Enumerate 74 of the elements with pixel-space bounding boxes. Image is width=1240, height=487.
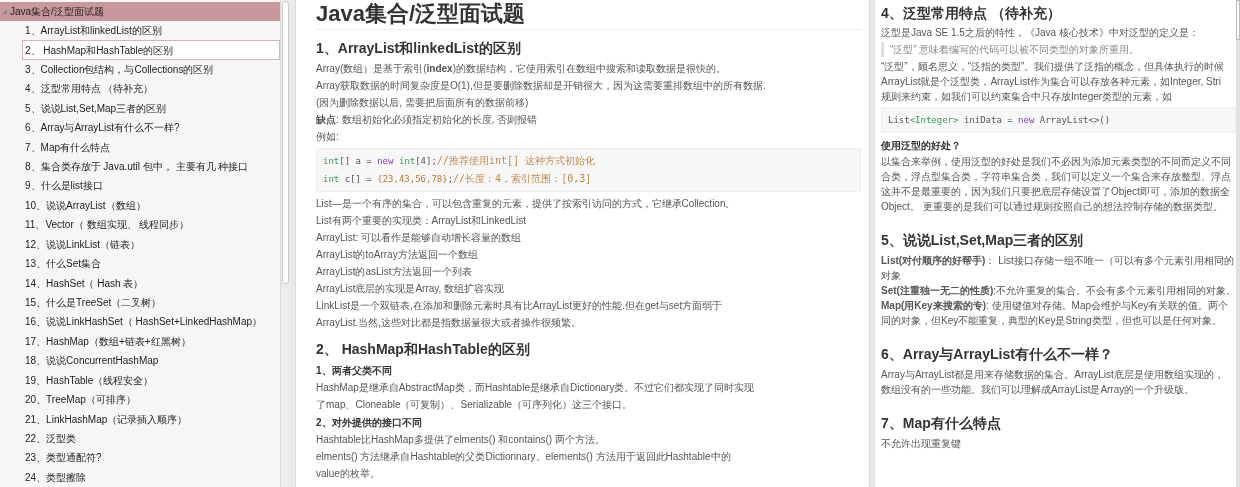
outline-item[interactable]: 13、什么Set集合 [22, 253, 280, 274]
outline-item[interactable]: 10、说说ArrayList（数组） [22, 195, 280, 216]
text-line: ArrayList底层的实现是Array, 数组扩容实现 [316, 282, 506, 296]
text-line: List有两个重要的实现类：ArrayList和LinkedList [316, 214, 528, 228]
outline-header[interactable]: Java集合/泛型面试题 [0, 2, 280, 21]
outline-item[interactable]: 19、HashTable（线程安全） [22, 370, 280, 390]
outline-item[interactable]: 7、Map有什么特点 [22, 137, 280, 157]
outline-item[interactable]: 22、泛型类 [22, 428, 280, 449]
expand-icon[interactable] [0, 8, 8, 14]
scrollbar[interactable] [280, 0, 290, 487]
outline-item[interactable]: 4、泛型常用特点 （待补充） [22, 79, 280, 99]
text-line: List(对付顺序的好帮手)： List接口存储一组不唯一（可以有多个元素引用相同的 [881, 254, 1235, 268]
text-line: value的枚举。 [316, 467, 381, 481]
section-heading: 5、说说List,Set,Map三者的区别 [881, 231, 1085, 250]
subheading: 使用泛型的好处？ [881, 139, 962, 153]
text-line: 合类，浮点型集合类，字符串集合类，我们可以定义一个集合来存放整型、浮点 [881, 170, 1232, 184]
text-line: 同的对象，但Key不能重复，典型的Key是String类型，但也可以是任何对象。 [881, 314, 1223, 328]
subheading: 2、对外提供的接口不同 [316, 416, 423, 430]
section-heading: 1、ArrayList和linkedList的区别 [316, 39, 522, 58]
text-line: Array(数组）是基于索引(index)的数据结构，它使用索引在数组中搜索和读取数据是很快的。 [316, 62, 728, 76]
outline-item[interactable]: 11、Vector（ 数组实现、 线程同步） [22, 215, 280, 235]
text-line: ArrayList.当然,这些对比都是指数据量很大或者操作很频繁。 [316, 316, 582, 330]
text-line: HashMap是继承自AbstractMap类，而Hashtable是继承自Dictionary类。不过它们都实现了同时实现 [316, 381, 756, 395]
text-line: List—是一个有序的集合，可以包含重复的元素，提供了按索引访问的方式，它继承Collection。 [316, 197, 737, 211]
text-line: ArrayList就是个泛型类，ArrayList作为集合可以存放各种元素，如Integer, Stri [881, 75, 1223, 89]
subheading: 1、两者父类不同 [316, 364, 393, 378]
text-line: 对象 [881, 269, 902, 283]
text-line: 缺点: 数组初始化必须指定初始化的长度, 否则报错 [316, 113, 539, 127]
outline-item[interactable]: 3、Collection包结构，与Collections的区别 [22, 59, 280, 80]
text-line: 规则来约束，如我们可以约束集合中只存放Integer类型的元素，如 [881, 90, 1174, 104]
outline-item[interactable]: 24、类型擦除 [22, 467, 280, 487]
text-line: elments() 方法继承自Hashtable的父类Dictionnary。elements() 方法用于返回此Hashtable中的 [316, 450, 732, 464]
page-title: Java集合/泛型面试题 [316, 1, 861, 30]
text-line: Hashtable比HashMap多提供了elments() 和contains() 两个方法。 [316, 433, 606, 447]
code-line: int[] a = new int[4];//推荐使用int[] 这种方式初始化 [323, 154, 596, 168]
outline-item[interactable]: 17、HashMap（数组+链表+红黑树） [22, 331, 280, 352]
section-heading: 4、泛型常用特点 （待补充） [881, 4, 1062, 23]
outline-item[interactable]: 9、什么是list接口 [22, 176, 280, 196]
code-line: int c[] = {23,43,56,78};//长度：4，索引范围：[0,3] [323, 172, 593, 186]
text-line: 数组没有的一些功能。我们可以理解成ArrayList是Array的一个升级版。 [881, 383, 1196, 397]
text-line: 以集合来举例，使用泛型的好处是我们不必因为添加元素类型的不同而定义不同 [881, 155, 1232, 169]
text-line: ArrayList的asList方法返回一个列表 [316, 265, 473, 279]
outline-item[interactable]: 1、ArrayList和linkedList的区别 [22, 20, 280, 41]
section-heading: 6、Array与ArrayList有什么不一样？ [881, 345, 1114, 364]
text-line: 了map、Cloneable（可复制）、Serializable（可序列化）这三个接口。 [316, 398, 634, 412]
text-line: LinkList是一个双链表,在添加和删除元素时具有比ArrayList更好的性能.但在get与set方面弱于 [316, 299, 724, 313]
outline-item[interactable]: 15、什么是TreeSet（二叉树） [22, 292, 280, 313]
outline-item[interactable]: 16、说说LinkHashSet（ HashSet+LinkedHashMap） [22, 312, 280, 332]
text-line: Set(注重独一无二的性质):不允许重复的集合。不会有多个元素引用相同的对象。 [881, 284, 1236, 298]
outline-item[interactable]: 14、HashSet（ Hash 表） [22, 273, 280, 293]
outline-item[interactable]: 21、LinkHashMap（记录插入顺序） [22, 409, 280, 429]
outline-item[interactable]: 20、TreeMap（可排序） [22, 389, 280, 410]
outline-item[interactable]: 5、说说List,Set,Map三者的区别 [22, 98, 280, 118]
text-line: 这并不是最重要的，因为我们只要把底层存储设置了Object即可，添加的数据全 [881, 185, 1231, 199]
text-line: ArrayList的toArray方法返回一个数组 [316, 248, 479, 262]
outline-item[interactable]: 8、集合类存放于 Java.util 包中， 主要有几 种接口 [22, 156, 280, 177]
outline-item[interactable]: 2、 HashMap和HashTable的区别 [22, 40, 280, 60]
outline-item[interactable]: 23、类型通配符? [22, 448, 280, 468]
section-heading: 2、 HashMap和HashTable的区别 [316, 340, 531, 359]
text-line: Array与ArrayList都是用来存储数据的集合。ArrayList底层是使用数组实现的， [881, 368, 1225, 382]
text-line: 泛型是Java SE 1.5之后的特性，《Java 核心技术》中对泛型的定义是： [881, 26, 1200, 40]
text-line: “泛型”，顾名思义，“泛指的类型”。我们提供了泛指的概念，但具体执行的时候 [881, 60, 1226, 74]
text-line: Array获取数据的时间复杂度是O(1),但是要删除数据却是开销很大，因为这需要重排数组中的所有数据. [316, 79, 767, 93]
outline-item[interactable]: 18、说说ConcurrentHashMap [22, 351, 280, 371]
text-line: Object。 更重要的是我们可以通过规则按照自己的想法控制存储的数据类型。 [881, 200, 1224, 214]
outline-item[interactable]: 6、Array与ArrayList有什么不一样? [22, 118, 280, 138]
text-line: Map(用Key来搜索的专): 使用键值对存储。Map会维护与Key有关联的值。两个 [881, 299, 1230, 313]
code-line: List<Integer> iniData = new ArrayList<>() [888, 114, 1112, 127]
text-line: (因为删除数据以后, 需要把后面所有的数据前移) [316, 96, 530, 110]
text-line: ArrayList: 可以看作是能够自动增长容量的数组 [316, 231, 522, 245]
outline-item[interactable]: 12、说说LinkList（链表） [22, 234, 280, 254]
section-heading: 7、Map有什么特点 [881, 414, 1002, 433]
text-line: 例如: [316, 130, 340, 144]
text-line: 不允许出现重复键 [881, 437, 962, 451]
